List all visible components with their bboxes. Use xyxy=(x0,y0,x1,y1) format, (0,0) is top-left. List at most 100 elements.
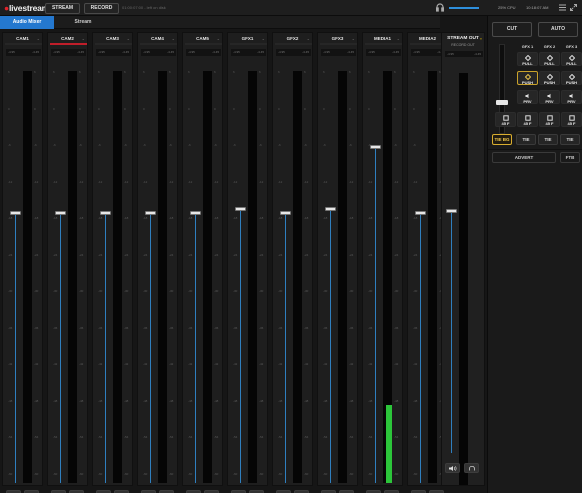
ftb-button[interactable]: FTB xyxy=(560,152,580,163)
stream-button[interactable]: STREAM xyxy=(45,3,80,14)
tie-gfx2-button[interactable]: TIE xyxy=(538,134,558,145)
frames-button[interactable]: 45 F xyxy=(517,112,538,127)
pull-button[interactable]: PULL xyxy=(517,52,538,66)
scale-tick: -60 xyxy=(143,471,148,476)
frames-button[interactable]: 45 F xyxy=(495,112,516,127)
scale-tick: 0 xyxy=(323,106,325,111)
scale-tick: -36 xyxy=(143,325,148,330)
headphones-icon[interactable] xyxy=(436,3,444,12)
scale-tick: -54 xyxy=(233,435,238,439)
tie-gfx3-button[interactable]: TIE xyxy=(560,134,580,145)
scale-tick: -6 xyxy=(124,143,127,147)
fader-knob[interactable] xyxy=(415,211,426,216)
scale-tick: -36 xyxy=(98,325,103,330)
fader-knob[interactable] xyxy=(55,211,66,216)
prv-button[interactable]: PRV xyxy=(539,90,560,104)
scale-tick: -42 xyxy=(304,362,309,366)
tie-bg-button[interactable]: TIE BG xyxy=(492,134,512,145)
gfx1-label: GFX 1 xyxy=(521,44,534,49)
fader-knob[interactable] xyxy=(235,206,246,211)
fader-knob[interactable] xyxy=(10,211,21,216)
advert-button[interactable]: ADVERT xyxy=(492,152,556,163)
scale-tick: -24 xyxy=(53,252,58,257)
fader-knob[interactable] xyxy=(190,211,201,216)
push-button[interactable]: PUSH xyxy=(539,71,560,85)
scale-tick: 0 xyxy=(98,106,100,111)
auto-button[interactable]: AUTO xyxy=(538,22,578,37)
scale-tick: -30 xyxy=(188,289,193,293)
master-monitor-button[interactable] xyxy=(464,463,479,473)
pull-button[interactable]: PULL xyxy=(561,52,582,66)
level-meter xyxy=(383,71,392,483)
scale-tick: -54 xyxy=(98,435,103,439)
push-button[interactable]: PUSH xyxy=(561,71,582,85)
chevron-down-icon[interactable]: ⌄ xyxy=(307,36,310,41)
scale-tick: -24 xyxy=(188,252,193,257)
scale-tick: 0 xyxy=(368,106,370,111)
scale-tick: 0 xyxy=(233,106,235,111)
scale-tick: 6 xyxy=(368,70,370,74)
fader-knob[interactable] xyxy=(100,211,111,216)
push-button[interactable]: PUSH xyxy=(517,71,538,85)
tab-audio-mixer[interactable]: Audio Mixer xyxy=(0,16,54,29)
chevron-down-icon[interactable]: ⌄ xyxy=(82,36,85,41)
diamond-icon xyxy=(569,55,575,61)
frames-button[interactable]: 45 F xyxy=(539,112,560,127)
master-subtitle: RECORD OUT xyxy=(451,43,475,47)
tie-gfx1-button[interactable]: TIE xyxy=(516,134,536,145)
chevron-down-icon[interactable]: ⌄ xyxy=(397,36,400,41)
prv-button[interactable]: PRV xyxy=(517,90,538,104)
channel-strip: GFX1 ⌄ -4.95 -4.45 6 6 0 0 -6 -6 -12 -12 -18 -18 -24 -2… xyxy=(227,32,268,493)
fader-track xyxy=(105,215,106,483)
master-db-readout: -4.95 -4.45 xyxy=(445,51,483,57)
scale-tick: -30 xyxy=(233,289,238,293)
frames-button[interactable]: 45 F xyxy=(561,112,582,127)
scale-tick: 0 xyxy=(124,106,126,111)
headphones-icon xyxy=(469,466,475,471)
transition-bar-handle[interactable] xyxy=(496,100,508,105)
tab-stream[interactable]: Stream xyxy=(54,16,112,29)
chevron-down-icon[interactable]: ⌄ xyxy=(262,36,265,41)
diamond-icon xyxy=(525,55,531,61)
clock: 10:18:07 AM xyxy=(526,5,549,10)
master-mute-button[interactable] xyxy=(445,463,460,473)
speaker-icon xyxy=(569,93,573,99)
scale-tick: -36 xyxy=(259,325,264,330)
scale-tick: -36 xyxy=(79,325,84,330)
scale-tick: -42 xyxy=(323,362,328,366)
fader-knob[interactable] xyxy=(145,211,156,216)
chevron-down-icon[interactable]: ⌄ xyxy=(37,36,40,41)
scale-tick: -54 xyxy=(169,435,174,439)
scale-tick: -12 xyxy=(349,179,354,184)
scale-tick: -6 xyxy=(79,143,82,147)
scale-tick: -36 xyxy=(34,325,39,330)
scale-tick: -18 xyxy=(124,216,129,220)
fader-knob[interactable] xyxy=(370,145,381,150)
fader-knob[interactable] xyxy=(325,206,336,211)
scale-tick: -60 xyxy=(394,471,399,476)
chevron-down-icon[interactable]: ⌄ xyxy=(172,36,175,41)
chevron-down-icon[interactable]: ⌄ xyxy=(127,36,130,41)
chevron-down-icon[interactable]: ⌄ xyxy=(352,36,355,41)
record-button[interactable]: RECORD xyxy=(84,3,119,14)
chevron-down-icon[interactable]: ⌄ xyxy=(217,36,220,41)
cut-button[interactable]: CUT xyxy=(492,22,532,37)
scale-tick: -12 xyxy=(53,179,58,184)
scale-tick: -54 xyxy=(259,435,264,439)
fade-icon xyxy=(569,115,575,121)
scale-tick: -18 xyxy=(259,216,264,220)
expand-icon[interactable] xyxy=(570,4,577,11)
pull-button[interactable]: PULL xyxy=(539,52,560,66)
scale-tick: -24 xyxy=(413,252,418,257)
scale-tick: -24 xyxy=(259,252,264,257)
prv-button[interactable]: PRV xyxy=(561,90,582,104)
speaker-icon xyxy=(547,93,551,99)
menu-icon[interactable] xyxy=(559,4,566,11)
fader-knob[interactable] xyxy=(280,211,291,216)
headphone-volume-slider[interactable] xyxy=(449,7,479,9)
scale-tick: -36 xyxy=(188,325,193,330)
scale-tick: 6 xyxy=(8,70,10,74)
master-arrow-icon[interactable]: » xyxy=(480,36,482,41)
master-fader-knob[interactable] xyxy=(446,209,457,214)
speaker-icon xyxy=(525,93,529,99)
